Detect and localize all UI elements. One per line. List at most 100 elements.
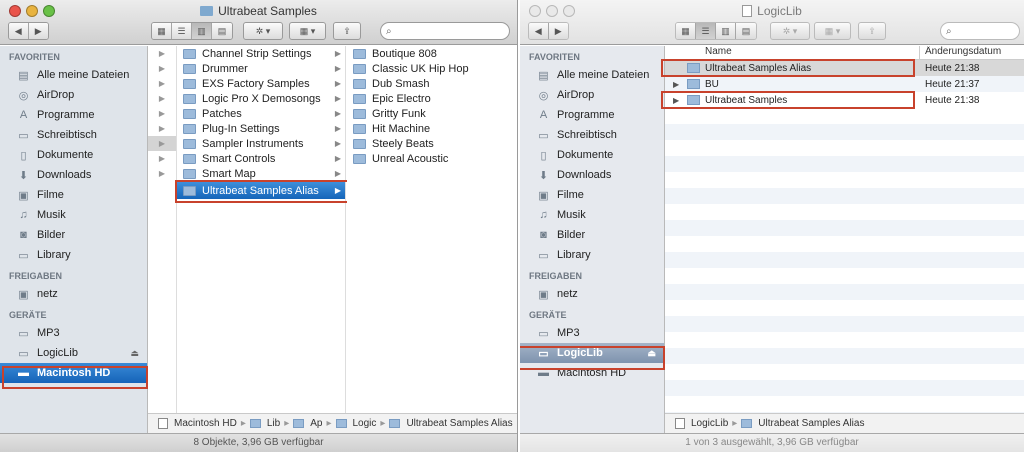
column-header-date[interactable]: Änderungsdatum [920,46,1001,59]
sidebar-item-documents[interactable]: ▯ Dokumente [520,145,664,165]
forward-button[interactable]: ▶ [548,23,568,39]
list-item[interactable]: Steely Beats [347,136,517,151]
eject-icon[interactable]: ⏏ [647,348,656,359]
sidebar-item-pictures[interactable]: ◙ Bilder [0,225,147,245]
list-item[interactable]: Dub Smash [347,76,517,91]
coverflow-view-button[interactable]: ▤ [212,23,232,39]
back-button[interactable]: ◀ [9,23,29,39]
sidebar-item-movies[interactable]: ▣ Filme [520,185,664,205]
sidebar-item-library[interactable]: ▭ Library [520,245,664,265]
sidebar-item-macintosh-hd[interactable]: ▬ Macintosh HD [520,363,664,383]
list-item[interactable]: Boutique 808 [347,46,517,61]
collapsed-row-arrow[interactable]: ▶ [148,61,176,76]
sidebar-item-netz[interactable]: ▣ netz [0,284,147,304]
arrange-menu-button[interactable]: ▦ ▾ [814,22,851,40]
list-item[interactable]: Sampler Instruments ▶ [177,136,345,151]
list-item[interactable]: Channel Strip Settings ▶ [177,46,345,61]
path-item[interactable]: Lib [267,418,280,429]
chevron-right-icon: ▶ [334,94,341,103]
column-view-button[interactable]: ▥ [716,23,736,39]
collapsed-row-arrow[interactable]: ▶ [148,166,176,181]
search-icon: ⌕ [386,25,392,37]
list-item[interactable]: Classic UK Hip Hop [347,61,517,76]
sidebar-item-music[interactable]: ♫ Musik [520,205,664,225]
collapsed-row-arrow[interactable]: ▶ [148,76,176,91]
list-item[interactable]: Smart Controls ▶ [177,151,345,166]
list-view-button[interactable]: ☰ [172,23,192,39]
desktop-icon: ▭ [538,129,549,142]
sidebar-item-mp3[interactable]: ▭ MP3 [520,323,664,343]
path-item[interactable]: Ultrabeat Samples Alias [758,418,864,429]
sidebar-item-logiclib[interactable]: ▭ LogicLib ⏏ [520,343,664,363]
arrange-icon: ▦ ▾ [299,25,316,36]
sidebar-item-all-files[interactable]: ▤ Alle meine Dateien [520,65,664,85]
arrange-menu-button[interactable]: ▦ ▾ [289,22,326,40]
list-item[interactable]: Logic Pro X Demosongs ▶ [177,91,345,106]
sidebar-item-downloads[interactable]: ⬇ Downloads [0,165,147,185]
back-forward-buttons: ◀ ▶ [528,22,569,40]
icon-view-button[interactable]: ▦ [676,23,696,39]
collapsed-row-arrow[interactable]: ▶ [148,46,176,61]
sidebar-item-macintosh-hd[interactable]: ▬ Macintosh HD [0,363,147,383]
list-item[interactable]: Gritty Funk [347,106,517,121]
sidebar-item-desktop[interactable]: ▭ Schreibtisch [0,125,147,145]
list-item[interactable]: Drummer ▶ [177,61,345,76]
list-item[interactable]: Epic Electro [347,91,517,106]
path-item[interactable]: Ap [310,418,322,429]
action-menu-button[interactable]: ✲ ▾ [770,22,810,40]
movies-icon: ▣ [18,189,29,202]
sidebar-item-pictures[interactable]: ◙ Bilder [520,225,664,245]
sidebar-item-music[interactable]: ♫ Musik [0,205,147,225]
sidebar-item-documents[interactable]: ▯ Dokumente [0,145,147,165]
sidebar-item-airdrop[interactable]: ◎ AirDrop [0,85,147,105]
sidebar-item-applications[interactable]: A Programme [520,105,664,125]
list-item[interactable]: Hit Machine [347,121,517,136]
disclosure-triangle-icon[interactable]: ▶ [673,96,687,105]
disclosure-triangle-icon[interactable]: ▶ [673,80,687,89]
sidebar-item-movies[interactable]: ▣ Filme [0,185,147,205]
sidebar-item-mp3[interactable]: ▭ MP3 [0,323,147,343]
search-input[interactable]: ⌕ [940,22,1020,40]
table-row-selected[interactable]: Ultrabeat Samples Alias Heute 21:38 [665,60,1024,76]
list-item[interactable]: Smart Map ▶ [177,166,345,181]
path-item[interactable]: Macintosh HD [174,418,237,429]
search-input[interactable]: ⌕ [380,22,510,40]
forward-button[interactable]: ▶ [28,23,48,39]
collapsed-row-arrow[interactable]: ▶ [148,91,176,106]
list-item-ultrabeat-samples-alias[interactable]: Ultrabeat Samples Alias ▶ [177,182,345,199]
collapsed-row-arrow[interactable]: ▶ [148,106,176,121]
path-item[interactable]: Ultrabeat Samples Alias [406,418,512,429]
action-menu-button[interactable]: ✲ ▾ [243,22,283,40]
sidebar-item-airdrop[interactable]: ◎ AirDrop [520,85,664,105]
column-view-button[interactable]: ▥ [192,23,212,39]
collapsed-row-arrow[interactable]: ▶ [148,121,176,136]
sidebar-item-applications[interactable]: A Programme [0,105,147,125]
list-item[interactable]: Plug-In Settings ▶ [177,121,345,136]
eject-icon[interactable]: ⏏ [130,348,139,359]
sidebar-item-downloads[interactable]: ⬇ Downloads [520,165,664,185]
airdrop-icon: ◎ [18,89,29,102]
list-item[interactable]: Patches ▶ [177,106,345,121]
back-button[interactable]: ◀ [529,23,549,39]
list-item[interactable]: Unreal Acoustic [347,151,517,166]
sidebar-item-netz[interactable]: ▣ netz [520,284,664,304]
sidebar-item-desktop[interactable]: ▭ Schreibtisch [520,125,664,145]
icon-view-button[interactable]: ▦ [152,23,172,39]
path-item[interactable]: LogicLib [691,418,728,429]
collapsed-row-arrow[interactable]: ▶ [148,151,176,166]
path-item[interactable]: Logic [353,418,377,429]
list-item[interactable]: EXS Factory Samples ▶ [177,76,345,91]
coverflow-view-button[interactable]: ▤ [736,23,756,39]
sidebar-item-logiclib[interactable]: ▭ LogicLib ⏏ [0,343,147,363]
window-title: Ultrabeat Samples [0,4,517,18]
sidebar-item-library[interactable]: ▭ Library [0,245,147,265]
gear-icon: ✲ ▾ [255,25,271,36]
table-row[interactable]: ▶ Ultrabeat Samples Heute 21:38 [665,92,1024,108]
table-row[interactable]: ▶ BU Heute 21:37 [665,76,1024,92]
sidebar-item-all-files[interactable]: ▤ Alle meine Dateien [0,65,147,85]
collapsed-row-arrow-selected[interactable]: ▶ [148,136,176,151]
column-header-name[interactable]: Name [665,46,920,59]
share-button[interactable]: ⇪ [333,22,361,40]
share-button[interactable]: ⇪ [858,22,886,40]
list-view-button[interactable]: ☰ [696,23,716,39]
